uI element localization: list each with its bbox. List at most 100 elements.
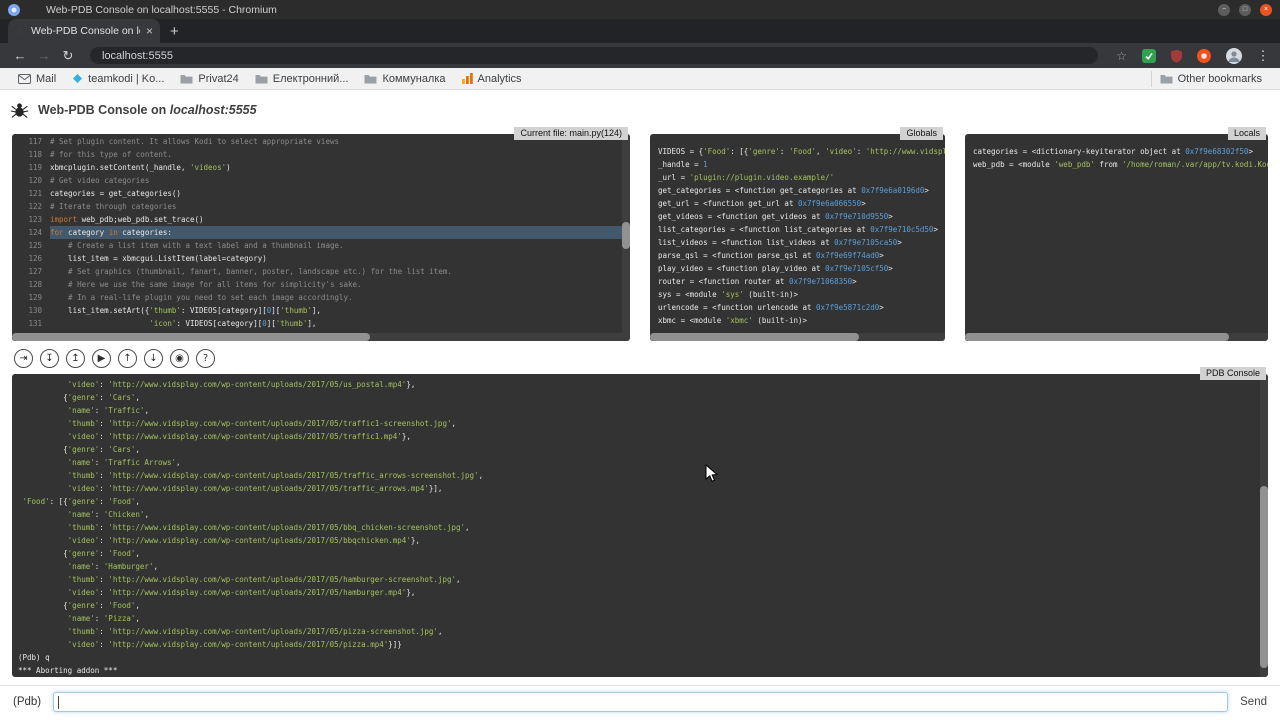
browser-menu-button[interactable]: ⋮: [1256, 48, 1270, 64]
reload-button[interactable]: ↻: [58, 48, 78, 64]
pdb-input-wrap: [53, 692, 1228, 712]
stack-up-button[interactable]: ↑: [118, 349, 137, 368]
console-line: 'thumb': 'http://www.vidsplay.com/wp-con…: [18, 521, 1268, 534]
line-number: 125: [22, 239, 42, 252]
console-lines: 'video': 'http://www.vidsplay.com/wp-con…: [12, 374, 1268, 677]
maximize-button[interactable]: □: [1239, 4, 1251, 16]
console-line: 'thumb': 'http://www.vidsplay.com/wp-con…: [18, 469, 1268, 482]
step-out-button[interactable]: ↥: [66, 349, 85, 368]
console-line: 'video': 'http://www.vidsplay.com/wp-con…: [18, 430, 1268, 443]
extension-icon-shield[interactable]: [1170, 49, 1183, 63]
stack-up-icon: ↑: [123, 353, 131, 364]
variable-line: VIDEOS = {'Food': [{'genre': 'Food', 'vi…: [658, 145, 945, 158]
other-bookmarks-button[interactable]: Other bookmarks: [1151, 71, 1270, 87]
variable-line: play_video = <function play_video at 0x7…: [658, 262, 945, 275]
extension-icon-green[interactable]: [1142, 49, 1156, 63]
browser-tab[interactable]: Web-PDB Console on loca ×: [8, 19, 160, 43]
web-pdb-page: Web-PDB Console on localhost:5555 Curren…: [0, 90, 1280, 719]
pdb-command-input[interactable]: [53, 692, 1228, 712]
analytics-icon: [462, 73, 473, 84]
line-number: 119: [22, 161, 42, 174]
console-line: 'thumb': 'http://www.vidsplay.com/wp-con…: [18, 573, 1268, 586]
code-line: 130 list_item.setArt({'thumb': VIDEOS[ca…: [22, 304, 630, 317]
close-button[interactable]: ×: [1260, 4, 1272, 16]
bookmark-star-icon[interactable]: ☆: [1116, 49, 1127, 63]
current-file-tag: Current file: main.py(124): [514, 127, 628, 140]
code-line: 126 list_item = xbmcgui.ListItem(label=c…: [22, 252, 630, 265]
code-line: 118# for this type of content.: [22, 148, 630, 161]
line-number: 118: [22, 148, 42, 161]
kodi-icon: [72, 73, 83, 84]
bookmark-item[interactable]: Коммуналка: [356, 71, 453, 87]
line-number: 123: [22, 213, 42, 226]
line-number: 126: [22, 252, 42, 265]
console-line: 'video': 'http://www.vidsplay.com/wp-con…: [18, 378, 1268, 391]
folder-icon: [255, 74, 268, 84]
code-line: 123import web_pdb;web_pdb.set_trace(): [22, 213, 630, 226]
locals-tag: Locals: [1228, 127, 1266, 140]
bookmark-item[interactable]: Електронний...: [247, 71, 357, 87]
console-line: 'video': 'http://www.vidsplay.com/wp-con…: [18, 586, 1268, 599]
bookmark-item[interactable]: Privat24: [172, 71, 246, 87]
console-vertical-scrollbar[interactable]: [1260, 374, 1268, 677]
console-line: {'genre': 'Food',: [18, 547, 1268, 560]
new-tab-button[interactable]: +: [170, 21, 179, 43]
step-out-icon: ↥: [71, 353, 79, 364]
back-button[interactable]: ←: [10, 48, 30, 63]
browser-toolbar: ← → ↻ localhost:5555 ☆ ⋮: [0, 43, 1280, 68]
where-button[interactable]: ◉: [170, 349, 189, 368]
address-bar[interactable]: localhost:5555: [90, 47, 1098, 64]
step-into-button[interactable]: ↧: [40, 349, 59, 368]
bookmark-item[interactable]: teamkodi | Ko...: [64, 71, 172, 87]
extension-icon-adblock[interactable]: [1197, 49, 1211, 63]
tab-close-icon[interactable]: ×: [146, 25, 153, 37]
mail-icon: [18, 74, 31, 84]
step-next-button[interactable]: ⇥: [14, 349, 33, 368]
minimize-button[interactable]: −: [1218, 4, 1230, 16]
line-number: 131: [22, 317, 42, 330]
console-line: 'name': 'Hamburger',: [18, 560, 1268, 573]
globals-horizontal-scrollbar[interactable]: [650, 333, 945, 341]
text-caret: [58, 696, 59, 709]
folder-icon: [364, 74, 377, 84]
tab-favicon-bug-icon: [15, 26, 25, 36]
code-horizontal-scrollbar[interactable]: [12, 333, 630, 341]
console-line: {'genre': 'Food',: [18, 599, 1268, 612]
window-titlebar: Web-PDB Console on localhost:5555 - Chro…: [0, 0, 1280, 19]
help-button[interactable]: ?: [196, 349, 215, 368]
console-line: 'name': 'Traffic',: [18, 404, 1268, 417]
code-line: 128 # Here we use the same image for all…: [22, 278, 630, 291]
line-number: 130: [22, 304, 42, 317]
stack-down-icon: ↓: [149, 353, 157, 364]
forward-button[interactable]: →: [34, 48, 54, 63]
variable-line: list_categories = <function list_categor…: [658, 223, 945, 236]
line-number: 124: [22, 226, 42, 239]
variable-line: get_videos = <function get_videos at 0x7…: [658, 210, 945, 223]
console-line: (Pdb) q: [18, 651, 1268, 664]
code-line: 119xbmcplugin.setContent(_handle, 'video…: [22, 161, 630, 174]
locals-horizontal-scrollbar[interactable]: [965, 333, 1268, 341]
line-number: 117: [22, 135, 42, 148]
variable-line: _handle = 1: [658, 158, 945, 171]
send-button[interactable]: Send: [1240, 696, 1267, 708]
variable-line: list_videos = <function list_videos at 0…: [658, 236, 945, 249]
step-into-icon: ↧: [45, 353, 53, 364]
console-line: 'video': 'http://www.vidsplay.com/wp-con…: [18, 482, 1268, 495]
variable-line: _url = 'plugin://plugin.video.example/': [658, 171, 945, 184]
bookmarks-items: Mailteamkodi | Ko...Privat24Електронний.…: [10, 71, 530, 87]
window-title: Web-PDB Console on localhost:5555 - Chro…: [46, 4, 1201, 16]
pdb-prompt-label: (Pdb): [13, 696, 41, 708]
line-number: 127: [22, 265, 42, 278]
profile-avatar[interactable]: [1226, 48, 1242, 64]
line-number: 121: [22, 187, 42, 200]
console-line: 'thumb': 'http://www.vidsplay.com/wp-con…: [18, 625, 1268, 638]
bookmark-item[interactable]: Mail: [10, 71, 64, 87]
console-line: {'genre': 'Cars',: [18, 443, 1268, 456]
stack-down-button[interactable]: ↓: [144, 349, 163, 368]
continue-button[interactable]: ▶: [92, 349, 111, 368]
variable-line: urlencode = <function urlencode at 0x7f9…: [658, 301, 945, 314]
bookmark-item[interactable]: Analytics: [454, 71, 530, 87]
code-vertical-scrollbar[interactable]: [622, 134, 630, 333]
variable-line: categories = <dictionary-keyiterator obj…: [973, 145, 1268, 158]
tab-bar: Web-PDB Console on loca × +: [0, 19, 1280, 43]
